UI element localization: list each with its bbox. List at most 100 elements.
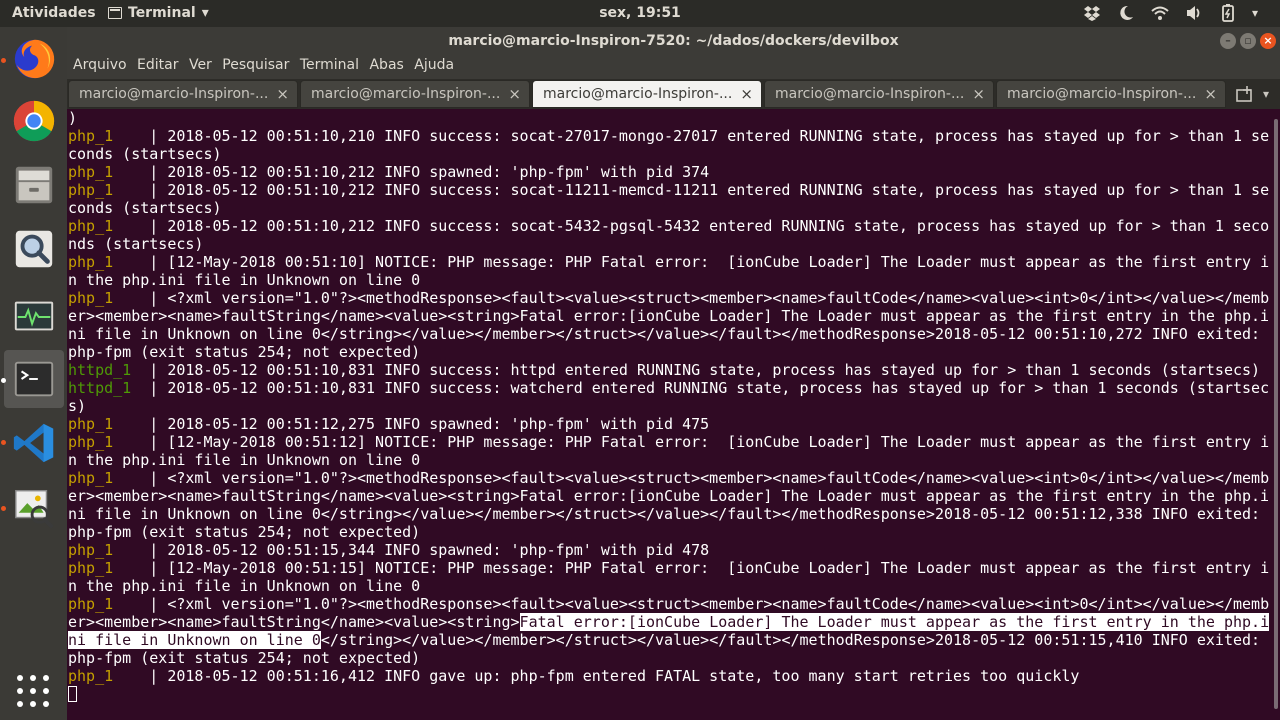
menu-terminal[interactable]: Terminal <box>300 55 359 75</box>
dropbox-icon[interactable] <box>1082 3 1102 23</box>
log-text: | [12-May-2018 00:51:12] NOTICE: PHP mes… <box>113 433 1270 451</box>
menu-editar[interactable]: Editar <box>137 55 178 75</box>
menu-ajuda[interactable]: Ajuda <box>414 55 454 75</box>
text-cursor <box>68 686 77 702</box>
terminal-line: php_1 | <?xml version="1.0"?><methodResp… <box>68 595 1271 613</box>
terminal-line: conds (startsecs) <box>68 145 1271 163</box>
new-tab-icon <box>1236 86 1252 102</box>
service-name: httpd_1 <box>68 361 132 379</box>
tab-5[interactable]: marcio@marcio-Inspiron-... × <box>996 80 1226 108</box>
minimize-button[interactable]: – <box>1220 33 1236 49</box>
log-text: conds (startsecs) <box>68 199 222 217</box>
vscode-icon <box>13 423 54 463</box>
terminal-line: php_1 | <?xml version="1.0"?><methodResp… <box>68 469 1271 487</box>
terminal-line: php-fpm (exit status 254; not expected) <box>68 523 1271 541</box>
terminal-line: s) <box>68 397 1271 415</box>
system-monitor-icon <box>14 301 54 331</box>
maximize-button[interactable]: ▫ <box>1240 33 1256 49</box>
service-name: httpd_1 <box>68 379 132 397</box>
service-name: php_1 <box>68 289 114 307</box>
tab-close-button[interactable]: × <box>1204 81 1217 108</box>
log-text: | <?xml version="1.0"?><methodResponse><… <box>113 289 1270 307</box>
tab-close-button[interactable]: × <box>972 81 985 108</box>
chevron-down-icon[interactable]: ▾ <box>1252 3 1264 23</box>
tab-list-button[interactable]: ▾ <box>1263 84 1277 104</box>
service-name: php_1 <box>68 127 114 145</box>
terminal-line: php_1 | 2018-05-12 00:51:16,412 INFO gav… <box>68 667 1271 685</box>
tab-close-button[interactable]: × <box>276 81 289 108</box>
tab-label: marcio@marcio-Inspiron-... <box>79 86 269 102</box>
menu-ver[interactable]: Ver <box>189 55 212 75</box>
terminal-line: er><member><name>faultString</name><valu… <box>68 307 1271 325</box>
launcher-vscode[interactable] <box>4 414 64 472</box>
service-name: php_1 <box>68 559 114 577</box>
launcher-image-viewer[interactable] <box>4 478 64 536</box>
chrome-icon <box>13 100 55 142</box>
log-text: </string></value></member></struct></val… <box>320 631 1261 649</box>
terminal-line: ) <box>68 109 1271 127</box>
terminal-output[interactable]: ) php_1 | 2018-05-12 00:51:10,210 INFO su… <box>68 109 1271 720</box>
log-text: | 2018-05-12 00:51:10,212 INFO success: … <box>113 181 1270 199</box>
tab-close-button[interactable]: × <box>508 81 521 108</box>
tab-label: marcio@marcio-Inspiron-... <box>311 86 501 102</box>
battery-icon[interactable] <box>1218 3 1238 23</box>
log-text: | 2018-05-12 00:51:12,275 INFO spawned: … <box>113 415 710 433</box>
terminal-small-icon <box>108 7 122 19</box>
log-text: php-fpm (exit status 254; not expected) <box>68 343 421 361</box>
activities-button[interactable]: Atividades <box>12 5 96 21</box>
system-tray[interactable]: ▾ <box>1082 3 1264 23</box>
tab-close-button[interactable]: × <box>740 81 753 108</box>
launcher-chrome[interactable] <box>4 92 64 150</box>
files-icon <box>15 166 53 204</box>
terminal-scrollbar[interactable] <box>1273 109 1278 720</box>
launcher-files[interactable] <box>4 156 64 214</box>
menu-pesquisar[interactable]: Pesquisar <box>222 55 289 75</box>
service-name: php_1 <box>68 415 114 433</box>
launcher-firefox[interactable] <box>4 30 64 88</box>
terminal-line: httpd_1 | 2018-05-12 00:51:10,831 INFO s… <box>68 379 1271 397</box>
launcher-system-monitor[interactable] <box>4 288 64 346</box>
terminal-line: er><member><name>faultString</name><valu… <box>68 613 1271 631</box>
log-text: er><member><name>faultString</name><valu… <box>68 307 1270 325</box>
search-app-icon <box>15 230 53 268</box>
tab-bar: marcio@marcio-Inspiron-... × marcio@marc… <box>67 79 1280 109</box>
tab-4[interactable]: marcio@marcio-Inspiron-... × <box>764 80 994 108</box>
tab-label: marcio@marcio-Inspiron-... <box>543 86 733 102</box>
tab-1[interactable]: marcio@marcio-Inspiron-... × <box>68 80 298 108</box>
menu-abas[interactable]: Abas <box>369 55 403 75</box>
terminal-line: php-fpm (exit status 254; not expected) <box>68 343 1271 361</box>
image-viewer-icon <box>15 489 54 529</box>
log-text: | <?xml version="1.0"?><methodResponse><… <box>113 595 1270 613</box>
menu-arquivo[interactable]: Arquivo <box>73 55 127 75</box>
app-menu-label: Terminal <box>128 5 196 21</box>
tab-2[interactable]: marcio@marcio-Inspiron-... × <box>300 80 530 108</box>
window-titlebar[interactable]: marcio@marcio-Inspiron-7520: ~/dados/doc… <box>67 27 1280 55</box>
app-menu-button[interactable]: Terminal ▾ <box>108 5 209 21</box>
wifi-icon[interactable] <box>1150 3 1170 23</box>
terminal-line: php_1 | [12-May-2018 00:51:15] NOTICE: P… <box>68 559 1271 577</box>
log-text: php-fpm (exit status 254; not expected) <box>68 649 421 667</box>
launcher <box>0 27 67 720</box>
launcher-terminal[interactable] <box>4 350 64 408</box>
launcher-search-app[interactable] <box>4 220 64 278</box>
new-tab-button[interactable] <box>1235 84 1255 104</box>
night-light-icon[interactable] <box>1116 3 1136 23</box>
tab-label: marcio@marcio-Inspiron-... <box>775 86 965 102</box>
volume-icon[interactable] <box>1184 3 1204 23</box>
service-name: php_1 <box>68 181 114 199</box>
terminal-window: marcio@marcio-Inspiron-7520: ~/dados/doc… <box>67 27 1280 720</box>
selected-text: Fatal error:[ionCube Loader] The Loader … <box>519 613 1270 631</box>
terminal-line: php-fpm (exit status 254; not expected) <box>68 649 1271 667</box>
tab-3[interactable]: marcio@marcio-Inspiron-... × <box>532 80 762 108</box>
close-button[interactable]: × <box>1260 33 1276 49</box>
terminal-line: php_1 | 2018-05-12 00:51:10,212 INFO suc… <box>68 217 1271 235</box>
log-text: n the php.ini file in Unknown on line 0 <box>68 577 421 595</box>
log-text: conds (startsecs) <box>68 145 222 163</box>
log-text: | 2018-05-12 00:51:10,831 INFO success: … <box>131 361 1261 379</box>
service-name: php_1 <box>68 163 114 181</box>
log-text: | 2018-05-12 00:51:10,831 INFO success: … <box>131 379 1270 397</box>
log-text: | 2018-05-12 00:51:10,210 INFO success: … <box>113 127 1270 145</box>
show-applications-button[interactable] <box>12 670 54 712</box>
service-name: php_1 <box>68 217 114 235</box>
scrollbar-thumb[interactable] <box>1274 119 1278 709</box>
